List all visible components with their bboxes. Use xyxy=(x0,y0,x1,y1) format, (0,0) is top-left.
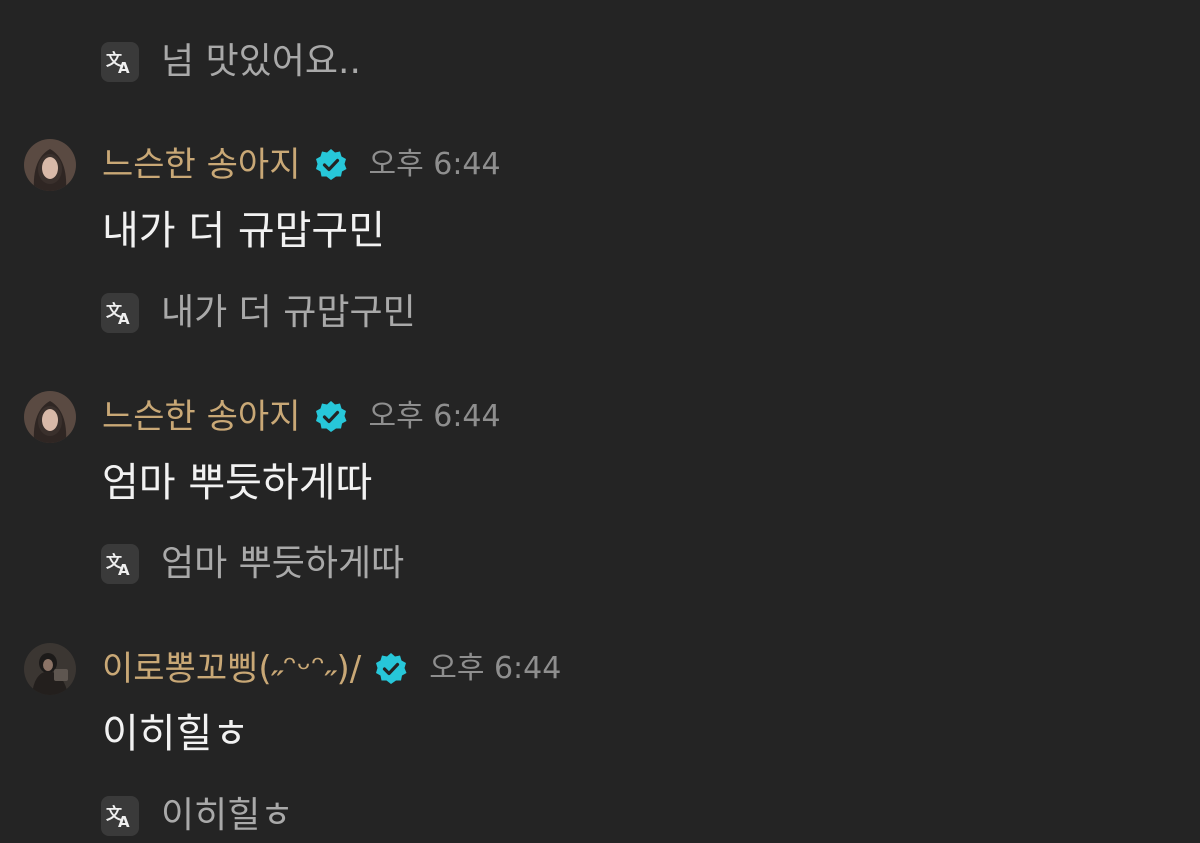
avatar[interactable] xyxy=(24,391,76,443)
verified-badge-icon xyxy=(373,651,409,687)
svg-text:A: A xyxy=(118,561,130,577)
message-header: 느슨한 송아지 오후 6:44 xyxy=(24,138,501,192)
timestamp: 오후 6:44 xyxy=(368,399,501,434)
message-header: 느슨한 송아지 오후 6:44 xyxy=(24,390,501,444)
translate-icon[interactable]: 文 A xyxy=(101,544,139,584)
translation-text: 넘 맛있어요.. xyxy=(161,41,361,82)
chat-feed: 文 A 넘 맛있어요.. 느슨한 송아지 오후 6:44 내가 더 규맙구민 文… xyxy=(0,0,1200,843)
message-text: 이히힐ㅎ xyxy=(102,711,250,757)
svg-text:A: A xyxy=(118,59,130,75)
svg-text:A: A xyxy=(118,310,130,326)
verified-badge-icon xyxy=(313,399,349,435)
username[interactable]: 느슨한 송아지 xyxy=(102,395,301,439)
message-text: 엄마 뿌듯하게따 xyxy=(102,460,373,506)
translation-row: 文 A 엄마 뿌듯하게따 xyxy=(101,542,404,586)
verified-badge-icon xyxy=(313,147,349,183)
svg-text:A: A xyxy=(118,813,130,829)
translation-row: 文 A 넘 맛있어요.. xyxy=(101,40,361,84)
message-header: 이로뽕꼬삥(˶ᵔᵕᵔ˶)/ 오후 6:44 xyxy=(24,642,561,696)
translation-text: 엄마 뿌듯하게따 xyxy=(161,543,405,584)
translation-text: 이히힐ㅎ xyxy=(161,795,294,836)
translation-row: 文 A 이히힐ㅎ xyxy=(101,794,293,838)
translation-text: 내가 더 규맙구민 xyxy=(161,292,416,333)
translation-row: 文 A 내가 더 규맙구민 xyxy=(101,291,416,335)
username[interactable]: 이로뽕꼬삥(˶ᵔᵕᵔ˶)/ xyxy=(102,647,361,691)
username[interactable]: 느슨한 송아지 xyxy=(102,143,301,187)
translate-icon[interactable]: 文 A xyxy=(101,796,139,836)
message-text: 내가 더 규맙구민 xyxy=(102,208,386,254)
avatar[interactable] xyxy=(24,643,76,695)
timestamp: 오후 6:44 xyxy=(368,147,501,182)
translate-icon[interactable]: 文 A xyxy=(101,42,139,82)
translate-icon[interactable]: 文 A xyxy=(101,293,139,333)
avatar[interactable] xyxy=(24,139,76,191)
timestamp: 오후 6:44 xyxy=(429,651,562,686)
